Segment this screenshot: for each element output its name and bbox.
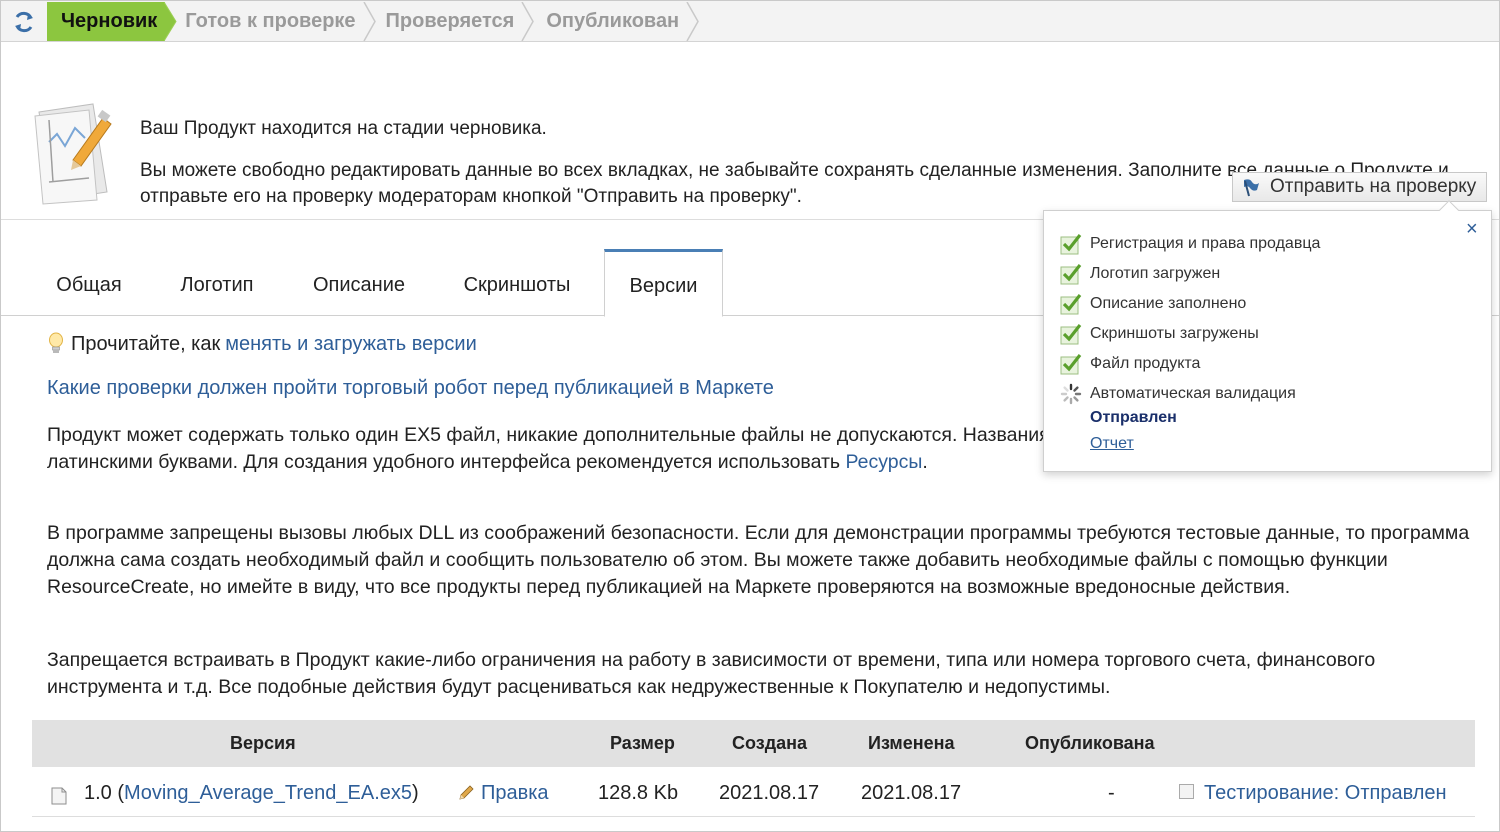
- review-checklist-popup: × Регистрация и права продавца Логотип з…: [1043, 200, 1492, 472]
- tab-description[interactable]: Описание: [295, 249, 423, 316]
- step-arrow-icon: [362, 2, 376, 41]
- pencil-icon: [457, 784, 475, 802]
- versions-hint: Прочитайте, как менять и загружать верси…: [47, 332, 477, 356]
- col-version: Версия: [230, 733, 296, 753]
- step-arrow-icon: [521, 2, 535, 41]
- step-arrow-icon: [164, 2, 177, 41]
- lightbulb-icon: [47, 332, 65, 356]
- check-icon: [1060, 323, 1082, 345]
- validation-status: Отправлен: [1090, 409, 1177, 426]
- checklist-item-label: Описание заполнено: [1090, 295, 1247, 312]
- step-draft: Черновик: [47, 2, 177, 41]
- send-for-review-button[interactable]: Отправить на проверку: [1232, 172, 1487, 202]
- checklist-item: Автоматическая валидация: [1060, 379, 1320, 409]
- step-published: Опубликован: [526, 2, 700, 41]
- refresh-icon[interactable]: [9, 8, 39, 36]
- table-row: 1.0 (Moving_Average_Trend_EA.ex5) Правка…: [32, 767, 1475, 817]
- draft-status-title: Ваш Продукт находится на стадии черновик…: [140, 118, 547, 139]
- col-size: Размер: [610, 733, 675, 753]
- resources-link[interactable]: Ресурсы: [846, 451, 923, 473]
- tab-versions[interactable]: Версии: [604, 249, 723, 317]
- step-ready: Готов к проверке: [165, 2, 376, 41]
- edit-version-link[interactable]: Правка: [457, 767, 549, 819]
- status-bar: Черновик Готов к проверке Проверяется Оп…: [1, 1, 1499, 42]
- step-label: Проверяется: [385, 10, 515, 32]
- tab-logo[interactable]: Логотип: [158, 249, 276, 316]
- checklist-item: Описание заполнено: [1060, 289, 1320, 319]
- published-cell: -: [1108, 782, 1115, 804]
- versions-help-link[interactable]: менять и загружать версии: [225, 333, 477, 356]
- checklist-item-label: Автоматическая валидация: [1090, 385, 1296, 402]
- step-label: Готов к проверке: [185, 10, 356, 32]
- send-for-review-label: Отправить на проверку: [1270, 176, 1477, 197]
- tab-general[interactable]: Общая: [37, 249, 141, 316]
- status-steps: Черновик Готов к проверке Проверяется Оп…: [47, 2, 700, 41]
- version-cell: 1.0 (Moving_Average_Trend_EA.ex5): [84, 782, 419, 804]
- testing-checkbox[interactable]: [1179, 784, 1194, 800]
- step-checking: Проверяется: [368, 2, 535, 41]
- created-cell: 2021.08.17: [719, 782, 820, 804]
- file-rules-end: .: [922, 451, 928, 473]
- page-frame: Черновик Готов к проверке Проверяется Оп…: [0, 0, 1500, 832]
- file-icon: [51, 787, 67, 805]
- edit-label: Правка: [481, 782, 549, 804]
- report-link[interactable]: Отчет: [1090, 435, 1134, 453]
- step-arrow-icon: [686, 2, 700, 41]
- check-icon: [1060, 263, 1082, 285]
- checklist-item-label: Логотип загружен: [1090, 265, 1221, 282]
- restrictions-paragraph: Запрещается встраивать в Продукт какие-л…: [47, 649, 1376, 698]
- col-created: Создана: [732, 733, 808, 753]
- checklist-item-label: Регистрация и права продавца: [1090, 235, 1321, 252]
- checklist-item-label: Скриншоты загружены: [1090, 325, 1259, 342]
- checklist: Регистрация и права продавца Логотип заг…: [1060, 229, 1320, 409]
- step-label: Черновик: [61, 10, 158, 32]
- close-icon[interactable]: ×: [1466, 219, 1478, 239]
- checklist-item: Скриншоты загружены: [1060, 319, 1320, 349]
- modified-cell: 2021.08.17: [861, 782, 962, 804]
- spinner-icon: [1060, 383, 1082, 405]
- versions-table-header: Версия Размер Создана Изменена Опубликов…: [32, 720, 1475, 767]
- dll-rules-paragraph: В программе запрещены вызовы любых DLL и…: [47, 522, 1470, 598]
- testing-status-link[interactable]: Тестирование: Отправлен: [1204, 782, 1447, 804]
- check-icon: [1060, 233, 1082, 255]
- tab-screenshots[interactable]: Скриншоты: [441, 249, 593, 316]
- col-modified: Изменена: [868, 733, 955, 753]
- check-icon: [1060, 353, 1082, 375]
- checklist-item: Файл продукта: [1060, 349, 1320, 379]
- checklist-item: Логотип загружен: [1060, 259, 1320, 289]
- hint-text: Прочитайте, как: [71, 332, 221, 355]
- flag-icon: [1241, 177, 1261, 197]
- draft-document-icon: [34, 103, 112, 205]
- size-cell: 128.8 Kb: [598, 782, 679, 804]
- version-number: 1.0: [84, 782, 112, 804]
- testing-cell: Тестирование: Отправлен: [1179, 767, 1447, 819]
- checklist-item: Регистрация и права продавца: [1060, 229, 1320, 259]
- check-icon: [1060, 293, 1082, 315]
- robot-checks-link[interactable]: Какие проверки должен пройти торговый ро…: [47, 377, 774, 400]
- version-file-link[interactable]: Moving_Average_Trend_EA.ex5: [124, 782, 412, 804]
- checklist-item-label: Файл продукта: [1090, 355, 1201, 372]
- step-label: Опубликован: [546, 10, 680, 32]
- col-published: Опубликована: [1025, 733, 1155, 753]
